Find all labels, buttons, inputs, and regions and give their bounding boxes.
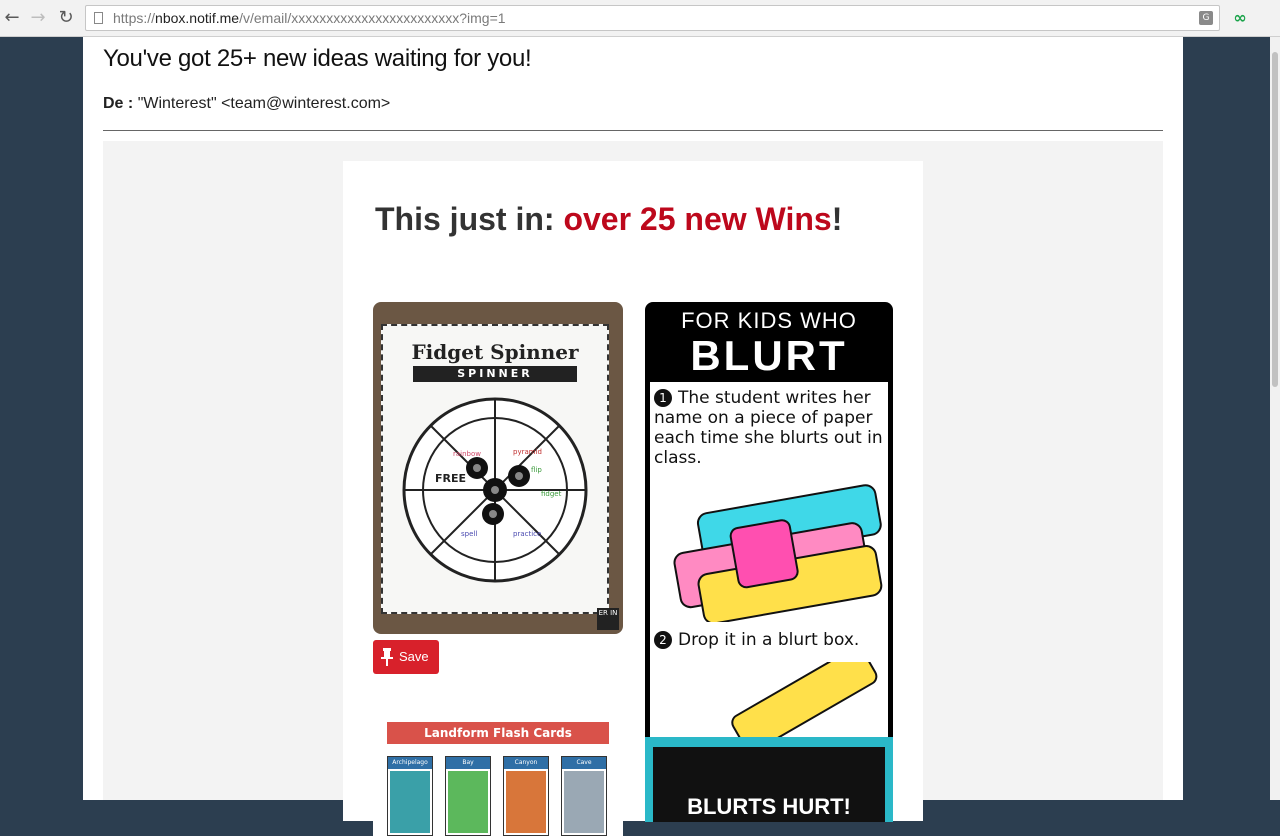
from-label: De : <box>103 95 134 112</box>
email-sender: De : "Winterest" <team@winterest.com> <box>103 95 390 113</box>
email-body: This just in: over 25 new Wins! Fidget S… <box>103 141 1163 836</box>
scrollbar[interactable] <box>1270 37 1280 800</box>
url-text[interactable]: https://nbox.notif.me/v/email/xxxxxxxxxx… <box>113 6 506 30</box>
reload-icon[interactable]: ↻ <box>54 6 78 30</box>
email-subject: You've got 25+ new ideas waiting for you… <box>103 45 532 72</box>
blurt-box-label: BLURTS HURT! <box>653 747 885 822</box>
flashcard: Bay <box>445 756 491 836</box>
blurt-cards-illustration <box>673 484 883 622</box>
pin-image-landform-flash-cards[interactable]: Landform Flash Cards Archipelago Bay Can… <box>373 716 623 836</box>
back-arrow-icon[interactable]: ← <box>0 6 24 30</box>
blurt-box: BLURTS HURT! <box>645 737 893 822</box>
page-icon <box>94 12 103 24</box>
forward-arrow-icon[interactable]: → <box>26 6 50 30</box>
blurt-step-1: 1 The student writes her name on a piece … <box>654 388 883 468</box>
svg-text:rainbow: rainbow <box>453 450 481 458</box>
browser-toolbar: ← → ↻ https://nbox.notif.me/v/email/xxxx… <box>0 0 1280 37</box>
blurt-heading-line2: BLURT <box>690 332 848 379</box>
flashcard: Cave <box>561 756 607 836</box>
svg-text:fidget: fidget <box>541 490 562 498</box>
infinity-extension-icon[interactable]: ∞ <box>1230 7 1250 29</box>
headline: This just in: over 25 new Wins! <box>375 201 843 237</box>
address-bar[interactable]: https://nbox.notif.me/v/email/xxxxxxxxxx… <box>85 5 1220 31</box>
yellow-card-illustration <box>731 662 878 742</box>
flashcards-title: Landform Flash Cards <box>387 722 609 744</box>
blurt-content: 1 The student writes her name on a piece … <box>645 382 893 822</box>
blurt-step-2: 2 Drop it in a blurt box. <box>654 630 859 650</box>
svg-text:practice: practice <box>513 530 541 538</box>
worksheet-title: Fidget Spinner <box>411 340 579 364</box>
flashcard: Archipelago <box>387 756 433 836</box>
worksheet: Fidget Spinner SPINNER rainbow pyramid fi… <box>381 324 609 614</box>
divider <box>103 130 1163 131</box>
pin-image-blurt[interactable]: FOR KIDS WHO BLURT 1 The student writes h… <box>645 302 893 822</box>
translate-icon[interactable]: G <box>1199 11 1213 25</box>
save-button[interactable]: Save <box>373 640 439 674</box>
creator-badge: ER IN <box>597 608 619 630</box>
svg-text:flip: flip <box>531 466 542 474</box>
scrollbar-thumb[interactable] <box>1272 52 1278 387</box>
blurt-heading-line1: FOR KIDS WHO <box>681 308 857 333</box>
pushpin-icon <box>381 648 393 666</box>
pin-image-fidget-spinner[interactable]: Fidget Spinner SPINNER rainbow pyramid fi… <box>373 302 623 634</box>
svg-text:spell: spell <box>461 530 477 538</box>
email-panel: You've got 25+ new ideas waiting for you… <box>83 37 1183 836</box>
newsletter-card: This just in: over 25 new Wins! Fidget S… <box>343 161 923 836</box>
flashcard: Canyon <box>503 756 549 836</box>
from-value: "Winterest" <team@winterest.com> <box>137 95 391 112</box>
svg-text:pyramid: pyramid <box>513 448 542 456</box>
spinner-wheel: rainbow pyramid fidgetflip practicespell … <box>402 397 588 583</box>
worksheet-band: SPINNER <box>413 366 577 382</box>
free-segment-label: FREE <box>435 472 466 485</box>
save-label: Save <box>399 649 429 664</box>
